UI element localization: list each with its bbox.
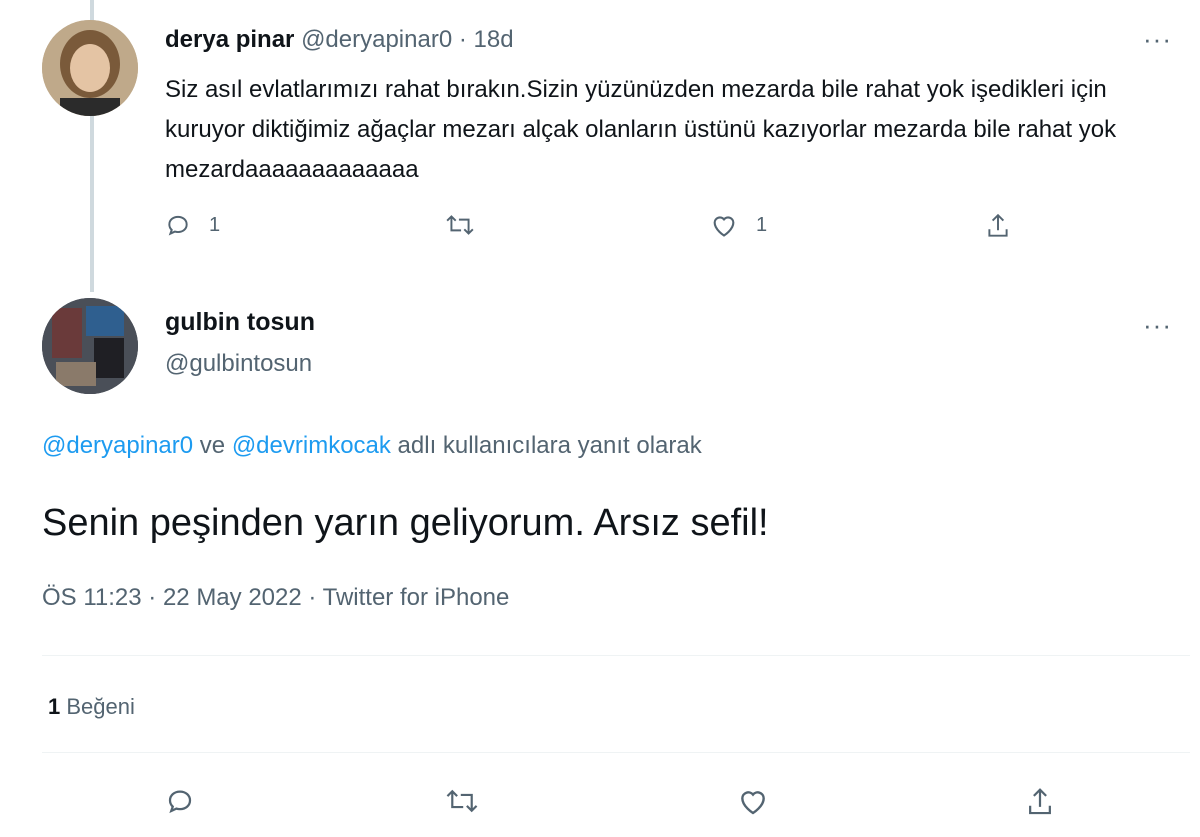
tweet2-retweet-button[interactable] (445, 786, 479, 816)
tweet1-reply-count: 1 (209, 213, 221, 236)
tweet1-handle[interactable]: @deryapinar0 (301, 26, 452, 53)
divider (42, 752, 1190, 753)
reply-to-user-deryapinar0[interactable]: @deryapinar0 (42, 432, 193, 459)
tweet1-like-button[interactable]: 1 (710, 212, 767, 238)
share-icon (1029, 788, 1051, 815)
tweet2-timestamp-source[interactable]: ÖS 11:23 · 22 May 2022 · Twitter for iPh… (42, 584, 509, 612)
tweet2-reply-button[interactable] (165, 786, 195, 816)
tweet2-like-button[interactable] (737, 786, 769, 816)
avatar-derya-pinar[interactable] (42, 20, 138, 116)
like-icon (741, 791, 765, 815)
tweet2-likes-count: 1 (48, 694, 61, 719)
tweet1-display-name[interactable]: derya pinar (165, 26, 294, 53)
tweet1-retweet-button[interactable] (445, 212, 493, 238)
reply-context: @deryapinar0 ve @devrimkocak adlı kullan… (42, 432, 702, 460)
tweet2-more-options-icon[interactable]: ··· (1143, 310, 1172, 341)
retweet-icon (446, 789, 478, 813)
tweet2-action-bar (165, 786, 1051, 830)
tweet2-handle[interactable]: @gulbintosun (165, 350, 312, 378)
tweet1-text: Siz asıl evlatlarımızı rahat bırakın.Siz… (165, 76, 1117, 183)
reply-icon (168, 790, 192, 814)
tweet1-separator: · (458, 26, 467, 53)
tweet1-action-bar: 1 1 (165, 212, 1045, 252)
tweet2-likes-summary[interactable]: 1 Beğeni (48, 694, 135, 720)
tweet2-likes-label: Beğeni (60, 694, 135, 719)
reply-to-conjunction: ve (193, 432, 232, 459)
reply-to-suffix: adlı kullanıcılara yanıt olarak (390, 432, 702, 459)
tweet1-share-button[interactable] (985, 212, 1011, 240)
tweet1-like-count: 1 (756, 213, 768, 236)
divider (42, 655, 1190, 656)
tweet1-reply-button[interactable]: 1 (165, 212, 220, 238)
reply-icon (168, 215, 188, 236)
retweet-icon (446, 215, 474, 235)
tweet1-header: derya pinar @deryapinar0 · 18d (165, 26, 514, 54)
reply-to-user-devrimkocak[interactable]: @devrimkocak (232, 432, 391, 459)
tweet2-share-button[interactable] (1025, 786, 1055, 818)
tweet1-timestamp[interactable]: 18d (474, 26, 514, 53)
share-icon (988, 213, 1008, 237)
tweet1-more-options-icon[interactable]: ··· (1143, 24, 1172, 55)
like-icon (713, 216, 735, 237)
tweet2-display-name[interactable]: gulbin tosun (165, 308, 315, 337)
tweet2-text: Senin peşinden yarın geliyorum. Arsız se… (42, 502, 769, 544)
avatar-gulbin-tosun[interactable] (42, 298, 138, 394)
